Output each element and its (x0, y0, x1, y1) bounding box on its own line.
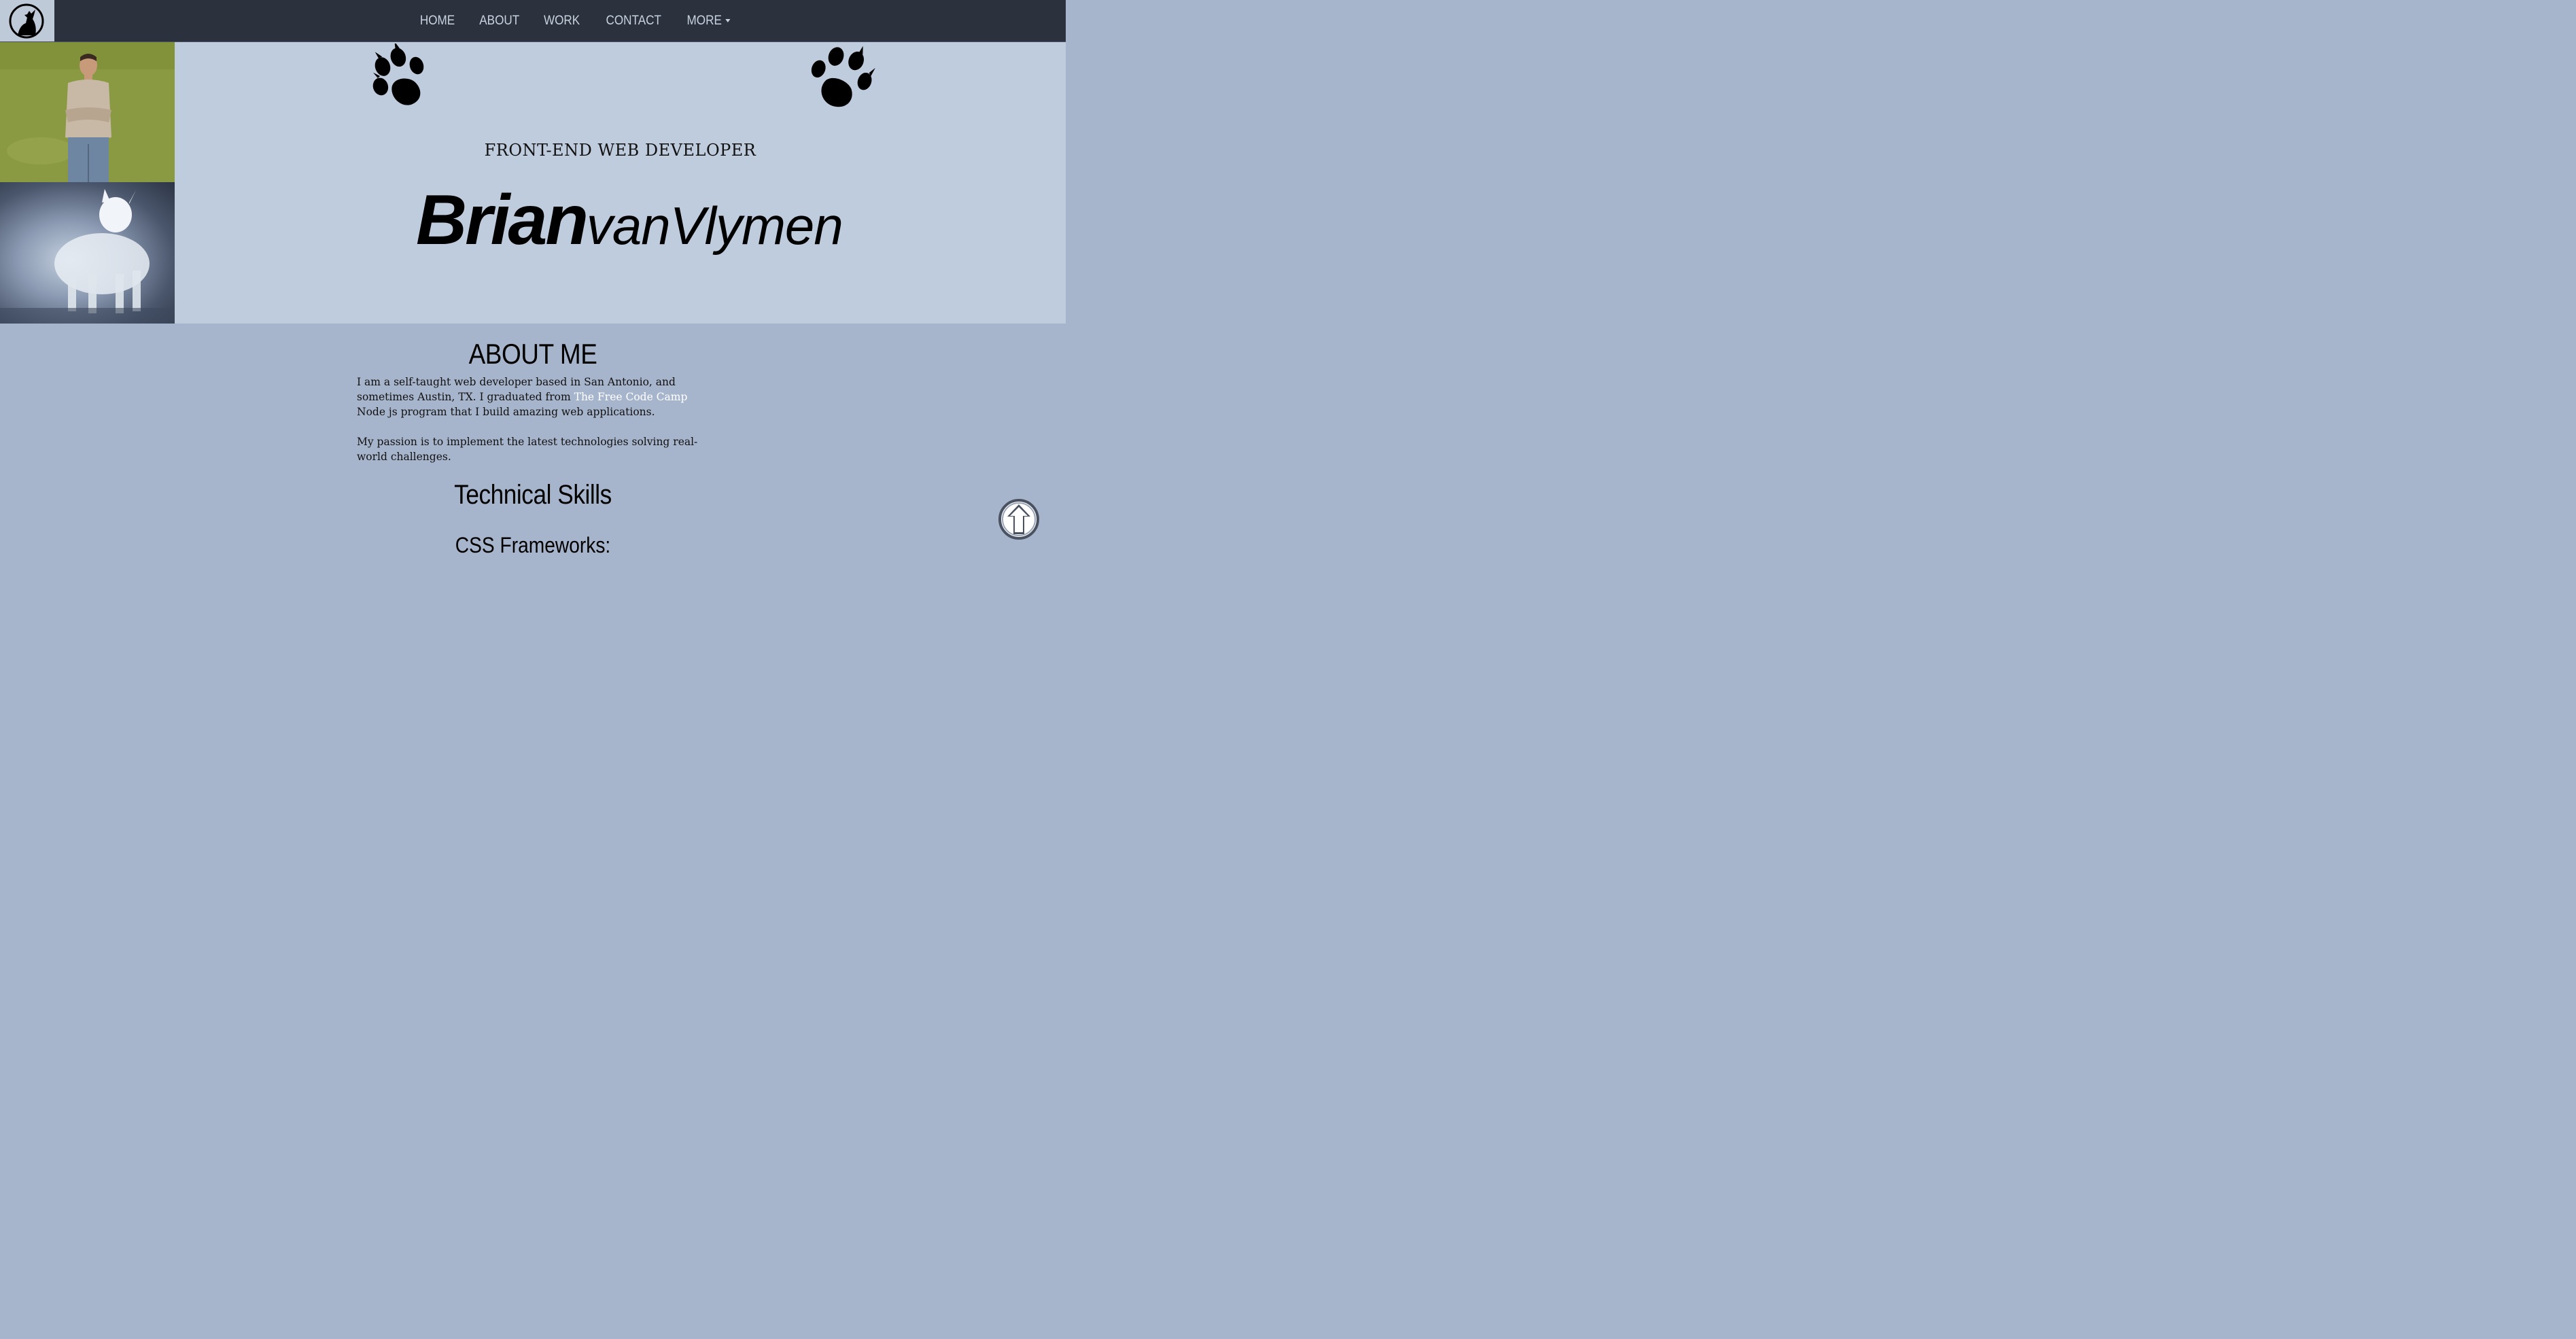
hero-last-name: vanVlymen (586, 196, 843, 256)
paw-print-icon (811, 46, 875, 107)
skills-title-text: Technical Skills (454, 480, 612, 510)
wolf-photo (0, 182, 175, 324)
css-frameworks-title: CSS Frameworks: (64, 533, 1002, 558)
profile-photo (0, 42, 175, 182)
paw-print-icon (372, 44, 424, 105)
nav-more-dropdown[interactable]: MORE (687, 14, 731, 29)
free-code-camp-link[interactable]: The Free Code Camp (574, 391, 688, 403)
hero-subtitle: FRONT-END WEB DEVELOPER (484, 141, 756, 160)
navbar: HOME ABOUT WORK CONTACT MORE (0, 0, 1066, 42)
hero-section: FRONT-END WEB DEVELOPER BrianvanVlymen (0, 42, 1066, 324)
skills-title: Technical Skills (64, 480, 1002, 510)
nav-work[interactable]: WORK (544, 14, 580, 29)
logo[interactable] (0, 0, 54, 41)
hero-first-name: Brian (416, 181, 589, 260)
nav-contact[interactable]: CONTACT (606, 14, 661, 29)
howling-wolf-icon (9, 3, 44, 39)
about-text: I am a self-taught web developer based i… (357, 375, 710, 479)
main-nav: HOME ABOUT WORK CONTACT MORE (408, 0, 743, 41)
nav-about[interactable]: ABOUT (479, 14, 519, 29)
arrow-up-circle-icon[interactable] (998, 496, 1040, 542)
about-title: ABOUT ME (64, 338, 1002, 370)
nav-more-label: MORE (686, 13, 722, 28)
css-frameworks-text: CSS Frameworks: (455, 533, 611, 557)
about-paragraph-1: I am a self-taught web developer based i… (357, 375, 710, 419)
about-p1-after: Node js program that I build amazing web… (357, 406, 655, 418)
caret-down-icon (725, 18, 731, 22)
hero-name: BrianvanVlymen (416, 185, 843, 256)
about-title-text: ABOUT ME (468, 338, 597, 370)
nav-home[interactable]: HOME (420, 14, 455, 29)
about-paragraph-2: My passion is to implement the latest te… (357, 436, 698, 463)
